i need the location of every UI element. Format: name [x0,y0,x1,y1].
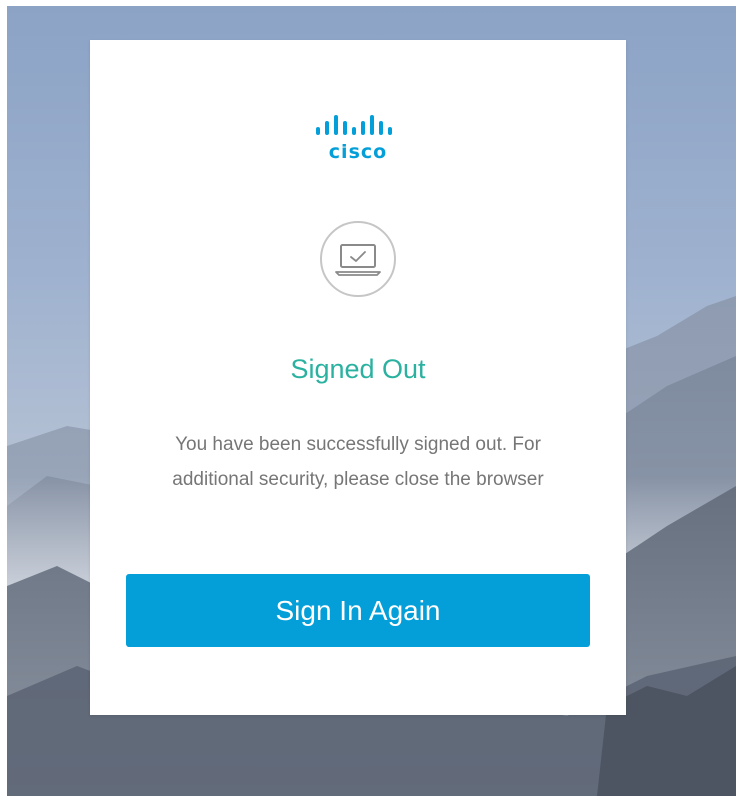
cisco-wordmark: cisco [328,141,388,163]
page-title: Signed Out [290,354,426,384]
signout-card: cisco Signed Out You have been successfu… [90,40,626,715]
cisco-bars-icon [316,115,392,135]
cisco-logo: cisco [313,115,403,165]
laptop-check-icon [320,221,396,297]
signout-message: You have been successfully signed out. F… [172,434,544,490]
sign-in-again-button[interactable]: Sign In Again [126,574,590,647]
signed-out-page: cisco Signed Out You have been successfu… [0,0,736,796]
